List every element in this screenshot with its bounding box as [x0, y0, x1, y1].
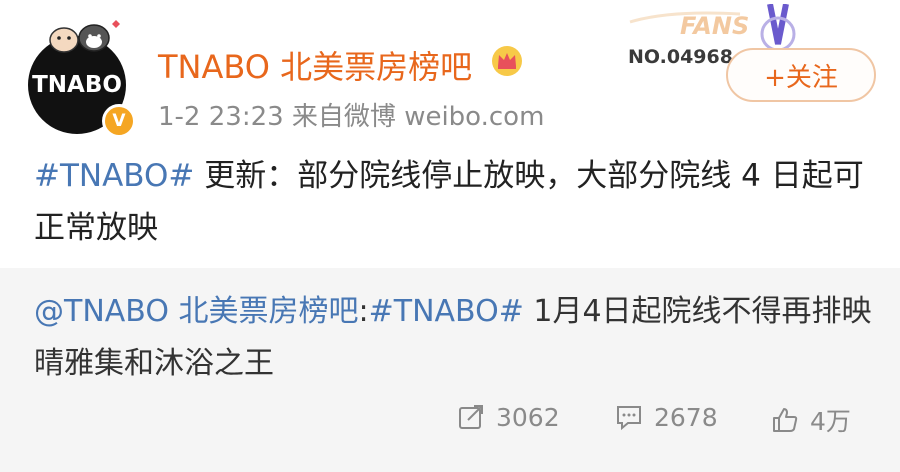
- comment-icon: [617, 406, 641, 431]
- post-hashtag[interactable]: #TNABO#: [34, 158, 194, 194]
- crown-icon: [492, 46, 522, 76]
- comment-count: 2678: [654, 402, 718, 432]
- fans-number: NO.04968: [628, 46, 733, 68]
- comment-action[interactable]: 2678: [614, 402, 718, 432]
- like-count: 4万: [810, 407, 851, 436]
- post-header: TNABO V TNABO 北美票房榜吧 1-2 23:23 来自微博 weib…: [0, 0, 900, 150]
- repost-colon: :: [358, 294, 369, 329]
- like-icon: [773, 408, 798, 432]
- verified-icon: V: [102, 104, 136, 138]
- pets-illustration-icon: [49, 20, 120, 53]
- share-count: 3062: [496, 402, 560, 432]
- repost-card[interactable]: @TNABO 北美票房榜吧:#TNABO# 1月4日起院线不得再排映晴雅集和沐浴…: [0, 268, 900, 472]
- username[interactable]: TNABO 北美票房榜吧: [158, 42, 472, 88]
- share-icon: [459, 405, 483, 429]
- fans-word: FANS: [680, 12, 750, 40]
- like-action[interactable]: 4万: [770, 402, 851, 438]
- post-meta: 1-2 23:23 来自微博 weibo.com: [158, 102, 545, 132]
- repost-content: @TNABO 北美票房榜吧:#TNABO# 1月4日起院线不得再排映晴雅集和沐浴…: [34, 286, 874, 390]
- follow-button[interactable]: +关注: [726, 48, 876, 102]
- avatar[interactable]: TNABO V: [22, 14, 138, 138]
- action-bar: 3062 2678 4万: [0, 402, 900, 446]
- post-content: #TNABO# 更新：部分院线停止放映，大部分院线 4 日起可正常放映: [34, 150, 874, 254]
- avatar-text: TNABO: [32, 72, 122, 98]
- repost-hashtag[interactable]: #TNABO#: [369, 294, 524, 329]
- repost-mention[interactable]: @TNABO 北美票房榜吧: [34, 294, 359, 329]
- share-action[interactable]: 3062: [456, 402, 560, 432]
